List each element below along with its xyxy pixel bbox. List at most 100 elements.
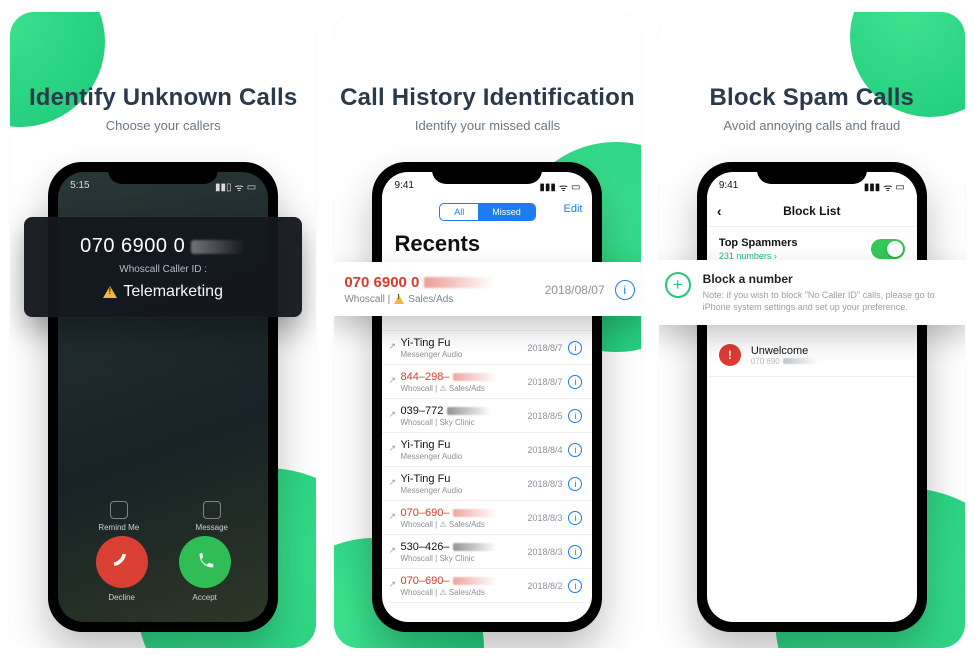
panel-title: Block Spam Calls: [659, 84, 965, 112]
call-date: 2018/8/5: [527, 411, 562, 421]
warning-icon: [394, 295, 404, 304]
tab-missed[interactable]: Missed: [478, 204, 535, 220]
call-buttons: Decline Accept: [58, 536, 268, 602]
call-detail: Messenger Audio: [400, 452, 527, 461]
outgoing-icon: ↗: [388, 375, 396, 386]
phone-notch: [757, 162, 867, 184]
status-time: 9:41: [394, 180, 413, 194]
redacted-icon: [783, 358, 819, 364]
call-detail: Whoscall | Sales/Ads: [344, 294, 544, 305]
redacted-icon: [453, 509, 497, 517]
outgoing-icon: ↗: [388, 409, 396, 420]
redacted-icon: [453, 373, 497, 381]
section-header: Recents: [382, 227, 592, 263]
nav-bar: ‹ Block List: [707, 194, 917, 227]
segmented-control: All Missed Edit: [382, 194, 592, 227]
blocked-label: Unwelcome: [751, 345, 819, 357]
call-row[interactable]: ↗530–426–Whoscall | Sky Clinic2018/8/3i: [382, 535, 592, 569]
call-row[interactable]: ↗070–690–Whoscall | ⚠ Sales/Ads2018/8/3i: [382, 501, 592, 535]
blocked-entry[interactable]: ! Unwelcome 070 690: [707, 334, 917, 377]
remind-me-button[interactable]: Remind Me: [98, 501, 139, 532]
call-number: 530–426–: [400, 541, 527, 553]
status-icons: ▮▮▯ ᯤ ▭: [215, 180, 256, 194]
panel-title: Call History Identification: [334, 84, 640, 112]
highlighted-call-row[interactable]: 070 6900 0 Whoscall | Sales/Ads 2018/08/…: [334, 262, 640, 316]
call-detail: Messenger Audio: [400, 350, 527, 359]
call-detail: Whoscall | ⚠ Sales/Ads: [400, 384, 527, 393]
status-time: 9:41: [719, 180, 738, 194]
panel-headline: Identify Unknown Calls Choose your calle…: [10, 12, 316, 133]
panel-subtitle: Identify your missed calls: [334, 118, 640, 133]
status-icons: ▮▮▮ ᯤ ▭: [864, 180, 905, 194]
signal-icon: ▮▮▮: [539, 182, 556, 193]
info-icon[interactable]: i: [568, 579, 582, 593]
overlay-title: Block a number: [703, 272, 959, 286]
call-number: 070–690–: [400, 575, 527, 587]
outgoing-icon: ↗: [388, 579, 396, 590]
call-number: 844–298–: [400, 371, 527, 383]
call-date: 2018/08/07: [545, 283, 605, 297]
call-date: 2018/8/3: [527, 547, 562, 557]
outgoing-icon: ↗: [388, 511, 396, 522]
redacted-icon: [424, 277, 494, 288]
caller-source-label: Whoscall Caller ID :: [42, 264, 284, 275]
call-date: 2018/8/3: [527, 479, 562, 489]
wifi-icon: ᯤ: [883, 180, 892, 194]
phone-mock: 9:41 ▮▮▮ ᯤ ▭ All Missed Edit Recents ↗72…: [372, 162, 602, 632]
phone-mock: 9:41 ▮▮▮ ᯤ ▭ ‹ Block List Top Spammers: [697, 162, 927, 632]
info-icon[interactable]: i: [568, 341, 582, 355]
toggle-switch[interactable]: [871, 239, 905, 259]
toggle-title: Top Spammers: [719, 237, 871, 249]
overlay-note: Note: if you wish to block "No Caller ID…: [703, 289, 959, 313]
phone-notch: [108, 162, 218, 184]
panel-title: Identify Unknown Calls: [10, 84, 316, 112]
warning-icon: [103, 286, 117, 298]
redacted-icon: [453, 577, 497, 585]
call-row[interactable]: ↗039–772Whoscall | Sky Clinic2018/8/5i: [382, 399, 592, 433]
call-date: 2018/8/3: [527, 513, 562, 523]
call-row[interactable]: ↗070–690–Whoscall | ⚠ Sales/Ads2018/8/2i: [382, 569, 592, 603]
call-detail: Whoscall | Sky Clinic: [400, 554, 527, 563]
redacted-icon: [453, 543, 497, 551]
alert-icon: !: [719, 344, 741, 366]
outgoing-icon: ↗: [388, 443, 396, 454]
call-row[interactable]: ↗Yi-Ting FuMessenger Audio2018/8/4i: [382, 433, 592, 467]
panel-block: Block Spam Calls Avoid annoying calls an…: [659, 12, 965, 648]
blocklist-screen: 9:41 ▮▮▮ ᯤ ▭ ‹ Block List Top Spammers: [707, 172, 917, 622]
call-row[interactable]: ↗Yi-Ting FuMessenger Audio2018/8/7i: [382, 331, 592, 365]
call-date: 2018/8/7: [527, 343, 562, 353]
accept-button[interactable]: Accept: [179, 536, 231, 602]
decline-button[interactable]: Decline: [96, 536, 148, 602]
call-row[interactable]: ↗Yi-Ting FuMessenger Audio2018/8/3i: [382, 467, 592, 501]
call-detail: Messenger Audio: [400, 486, 527, 495]
caller-tag: Telemarketing: [42, 283, 284, 301]
call-number: Yi-Ting Fu: [400, 439, 527, 451]
info-icon[interactable]: i: [568, 545, 582, 559]
panel-headline: Block Spam Calls Avoid annoying calls an…: [659, 12, 965, 133]
signal-icon: ▮▮▯: [215, 182, 232, 193]
battery-icon: ▭: [571, 182, 580, 193]
status-time: 5:15: [70, 180, 89, 194]
call-detail: Whoscall | ⚠ Sales/Ads: [400, 520, 527, 529]
block-number-overlay[interactable]: + Block a number Note: if you wish to bl…: [659, 260, 965, 325]
tab-all[interactable]: All: [440, 204, 478, 220]
info-icon[interactable]: i: [568, 443, 582, 457]
accept-icon: [179, 536, 231, 588]
phone-notch: [432, 162, 542, 184]
call-number: 070 6900 0: [344, 274, 544, 291]
info-icon[interactable]: i: [568, 477, 582, 491]
caller-number: 070 6900 0: [42, 235, 284, 258]
info-icon[interactable]: i: [568, 375, 582, 389]
call-row[interactable]: ↗844–298–Whoscall | ⚠ Sales/Ads2018/8/7i: [382, 365, 592, 399]
edit-button[interactable]: Edit: [564, 203, 583, 215]
signal-icon: ▮▮▮: [864, 182, 881, 193]
remind-icon: [110, 501, 128, 519]
info-icon[interactable]: i: [568, 511, 582, 525]
message-button[interactable]: Message: [196, 501, 228, 532]
call-detail: Whoscall | Sky Clinic: [400, 418, 527, 427]
back-button[interactable]: ‹: [717, 203, 722, 219]
recents-screen: 9:41 ▮▮▮ ᯤ ▭ All Missed Edit Recents ↗72…: [382, 172, 592, 622]
panel-identify: Identify Unknown Calls Choose your calle…: [10, 12, 316, 648]
info-icon[interactable]: i: [615, 280, 635, 300]
info-icon[interactable]: i: [568, 409, 582, 423]
